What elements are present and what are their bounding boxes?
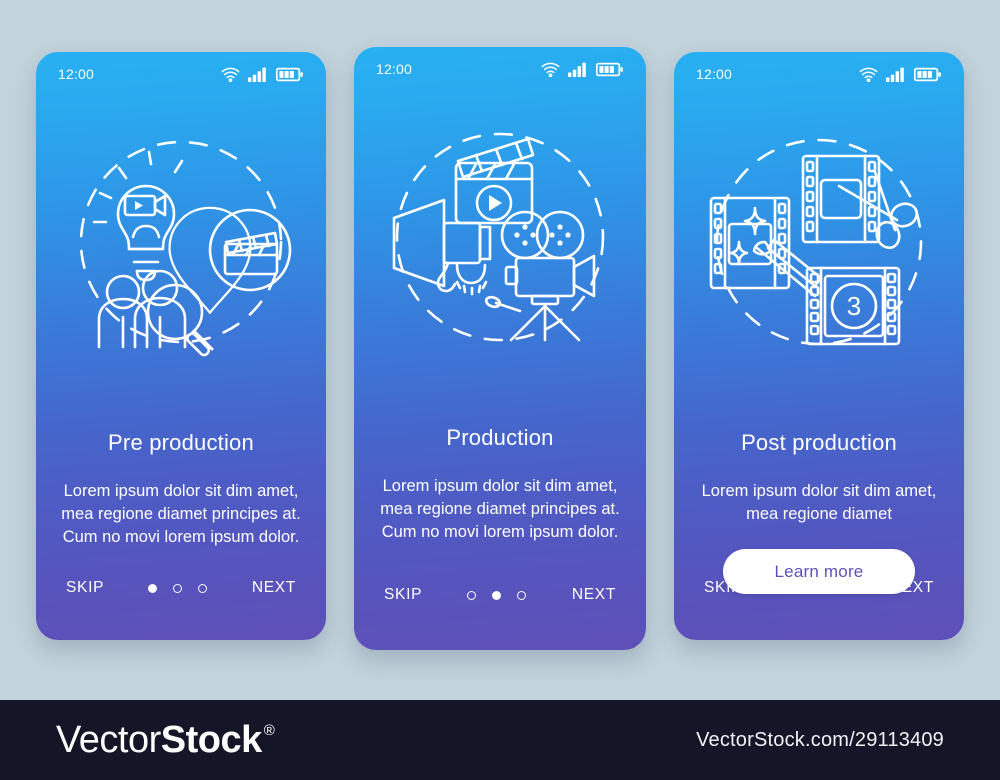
pagination-dots <box>467 590 527 600</box>
phone-screen-post-production: 12:00 3 Post production Lorem ipsum dolo… <box>674 52 964 640</box>
production-illustration <box>354 105 646 365</box>
pagination-dot-2[interactable] <box>492 590 502 600</box>
phone-screen-production: 12:00 Production Lorem ipsum dolor sit d… <box>354 47 646 650</box>
page-title: Pre production <box>108 430 254 455</box>
bottom-navigation: SKIP NEXT <box>674 576 964 600</box>
wifi-icon <box>221 67 240 82</box>
wifi-icon <box>541 62 560 77</box>
status-bar: 12:00 <box>354 47 646 91</box>
onboarding-screens-stage: 12:00 Pre production Lorem ipsum dolor s… <box>0 0 1000 700</box>
status-bar: 12:00 <box>36 52 326 96</box>
page-description: Lorem ipsum dolor sit dim amet, mea regi… <box>61 482 301 546</box>
battery-icon <box>276 67 304 82</box>
status-time: 12:00 <box>58 66 95 82</box>
status-time: 12:00 <box>376 61 413 77</box>
registered-trademark-icon: ® <box>263 722 275 739</box>
skip-button[interactable]: SKIP <box>384 586 422 604</box>
logo-text-vector: Vector <box>56 719 161 761</box>
phone-screen-pre-production: 12:00 Pre production Lorem ipsum dolor s… <box>36 52 326 640</box>
vectorstock-logo: Vector Stock ® <box>56 719 275 761</box>
status-icon-group <box>221 67 304 82</box>
wifi-icon <box>859 67 878 82</box>
signal-bars-icon <box>568 62 588 77</box>
status-icon-group <box>859 67 942 82</box>
battery-icon <box>914 67 942 82</box>
page-title: Post production <box>741 430 897 455</box>
page-title: Production <box>446 425 554 450</box>
status-time: 12:00 <box>696 66 733 82</box>
next-button[interactable]: NEXT <box>252 579 296 597</box>
status-icon-group <box>541 62 624 77</box>
skip-button[interactable]: SKIP <box>704 579 742 597</box>
status-bar: 12:00 <box>674 52 964 96</box>
next-button[interactable]: NEXT <box>890 579 934 597</box>
pagination-dot-3[interactable] <box>517 590 527 600</box>
pagination-dot-1[interactable] <box>148 583 158 593</box>
pagination-dot-3[interactable] <box>836 583 846 593</box>
signal-bars-icon <box>886 67 906 82</box>
bottom-navigation: SKIP NEXT <box>36 576 326 600</box>
pagination-dot-1[interactable] <box>467 590 477 600</box>
post-production-illustration: 3 <box>674 110 964 370</box>
pagination-dots <box>786 583 846 593</box>
skip-button[interactable]: SKIP <box>66 579 104 597</box>
pre-production-illustration <box>36 110 326 370</box>
bottom-navigation: SKIP NEXT <box>354 583 646 607</box>
pagination-dot-2[interactable] <box>173 583 183 593</box>
logo-text-stock: Stock <box>160 719 262 761</box>
next-button[interactable]: NEXT <box>572 586 616 604</box>
battery-icon <box>596 62 624 77</box>
footer-watermark-bar: Vector Stock ® VectorStock.com/29113409 <box>0 700 1000 780</box>
page-description: Lorem ipsum dolor sit dim amet, mea regi… <box>380 477 620 541</box>
footer-url: VectorStock.com/29113409 <box>696 728 944 751</box>
page-description: Lorem ipsum dolor sit dim amet, mea regi… <box>701 482 937 523</box>
pagination-dot-3[interactable] <box>198 583 208 593</box>
signal-bars-icon <box>248 67 268 82</box>
pagination-dot-2[interactable] <box>811 583 821 593</box>
svg-text:3: 3 <box>847 291 861 321</box>
pagination-dot-1[interactable] <box>786 583 796 593</box>
pagination-dots <box>148 583 208 593</box>
